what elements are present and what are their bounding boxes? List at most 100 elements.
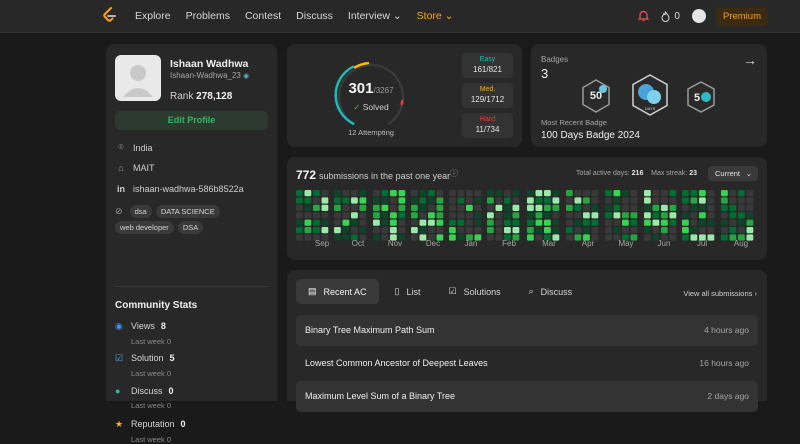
heatmap-cell	[398, 219, 406, 226]
tag-item[interactable]: DSA	[177, 221, 204, 234]
heatmap-cell	[313, 212, 320, 219]
heatmap-cell	[583, 212, 590, 219]
heatmap-cell	[466, 190, 473, 197]
heatmap-cell	[373, 219, 380, 226]
heatmap-cell	[613, 219, 621, 226]
tag-item[interactable]: DATA SCIENCE	[155, 205, 220, 218]
heatmap-cell	[466, 219, 473, 226]
heatmap-cell	[699, 197, 706, 204]
view-all-submissions-link[interactable]: View all submissions ›	[683, 289, 757, 298]
heatmap-cell	[512, 212, 520, 219]
month-label: Jan	[464, 239, 478, 248]
badge-50-days-alt-icon[interactable]: 5	[686, 81, 716, 113]
tab-solutions[interactable]: ☑ Solutions	[437, 279, 513, 304]
heatmap-cell	[466, 197, 473, 204]
heatmap-cell	[669, 190, 677, 197]
heatmap-cell	[474, 227, 482, 234]
leetcode-logo-icon[interactable]	[102, 7, 116, 23]
heatmap-cell	[699, 212, 706, 219]
svg-text:5: 5	[694, 92, 700, 104]
heatmap-cell	[457, 212, 465, 219]
divider	[115, 286, 268, 287]
nav-problems[interactable]: Problems	[186, 10, 230, 22]
heatmap-cell	[605, 227, 612, 234]
heatmap-cell	[622, 212, 629, 219]
hard-stat[interactable]: Hard 11/734	[462, 113, 513, 138]
heatmap-cell	[428, 219, 435, 226]
badge-50-days-icon[interactable]: 50	[581, 79, 611, 113]
heatmap-cell	[419, 219, 427, 226]
heatmap-cell	[622, 204, 629, 211]
medium-stat[interactable]: Med. 129/1712	[462, 83, 513, 108]
heatmap-cell	[373, 204, 380, 211]
heatmap-cell	[296, 227, 303, 234]
heatmap-cell	[495, 219, 503, 226]
year-select[interactable]: Current ⌄	[708, 166, 758, 181]
recent-badge-name: 100 Days Badge 2024	[541, 130, 640, 141]
heatmap-cell	[381, 197, 389, 204]
tab-discuss[interactable]: ⌕ Discuss	[517, 279, 585, 304]
heatmap-cell	[381, 204, 389, 211]
heatmap-cell	[527, 219, 534, 226]
tag-item[interactable]: dsa	[129, 205, 152, 218]
list-item[interactable]: Lowest Common Ancestor of Deepest Leaves…	[296, 348, 758, 379]
edit-profile-button[interactable]: Edit Profile	[115, 111, 268, 130]
list-item[interactable]: Maximum Level Sum of a Binary Tree 2 day…	[296, 381, 758, 412]
heatmap-cell	[359, 219, 367, 226]
streak-counter[interactable]: 0	[661, 10, 680, 22]
user-avatar[interactable]	[691, 9, 706, 23]
nav-interview[interactable]: Interview ⌄	[348, 10, 402, 22]
heatmap-cell	[669, 219, 677, 226]
problem-title: Binary Tree Maximum Path Sum	[305, 325, 435, 335]
heatmap-cell	[398, 190, 406, 197]
info-icon[interactable]: ⓘ	[450, 168, 458, 179]
month-label: May	[618, 239, 634, 248]
heatmap-cell	[682, 190, 689, 197]
linkedin-icon: in	[117, 184, 125, 194]
linkedin-row[interactable]: in ishaan-wadhwa-586b8522a	[115, 184, 244, 194]
badge-100-days-icon[interactable]: DAYS	[630, 74, 670, 116]
nav-contest[interactable]: Contest	[245, 10, 281, 22]
arrow-right-icon[interactable]: →	[743, 52, 757, 68]
heatmap-cell	[652, 227, 660, 234]
nav-store[interactable]: Store ⌄	[417, 10, 454, 22]
heatmap-cell	[359, 204, 367, 211]
skill-tags: ⊘ dsa DATA SCIENCE web developer DSA	[115, 205, 275, 237]
premium-button[interactable]: Premium	[715, 6, 768, 26]
heatmap-cell	[495, 204, 503, 211]
solved-count: 301/3267	[348, 80, 394, 97]
bell-icon[interactable]	[638, 10, 650, 22]
heatmap-cell	[449, 219, 456, 226]
heatmap-cell	[342, 190, 350, 197]
heatmap-cell	[630, 212, 638, 219]
tab-recent-ac[interactable]: ▤ Recent AC	[296, 279, 379, 304]
chevron-down-icon: ⌄	[745, 169, 752, 178]
document-icon: ▯	[394, 286, 400, 296]
heatmap-cell	[304, 227, 312, 234]
tab-list[interactable]: ▯ List	[383, 279, 433, 304]
heatmap-cell	[390, 212, 397, 219]
heatmap-cell	[574, 190, 582, 197]
heatmap-cell	[690, 212, 698, 219]
heatmap-cell	[296, 204, 303, 211]
month-label: Jul	[696, 239, 708, 248]
heatmap-cell	[738, 227, 745, 234]
heatmap-cell	[622, 190, 629, 197]
heatmap-cell	[351, 227, 358, 234]
heatmap-cell	[398, 212, 406, 219]
list-item[interactable]: Binary Tree Maximum Path Sum 4 hours ago	[296, 315, 758, 346]
heatmap-cell	[411, 212, 418, 219]
heatmap-cell	[644, 197, 651, 204]
heatmap-cell	[652, 212, 660, 219]
easy-stat[interactable]: Easy 161/821	[462, 53, 513, 78]
nav-discuss[interactable]: Discuss	[296, 10, 333, 22]
stat-discuss: ● Discuss 0 Last week 0	[115, 386, 174, 410]
heatmap-cell	[738, 197, 745, 204]
heatmap-cell	[304, 212, 312, 219]
tag-item[interactable]: web developer	[115, 221, 174, 234]
problem-title: Maximum Level Sum of a Binary Tree	[305, 391, 456, 401]
heatmap-cell	[373, 190, 380, 197]
heatmap-cell	[411, 227, 418, 234]
heatmap-cell	[512, 190, 520, 197]
nav-explore[interactable]: Explore	[135, 10, 171, 22]
